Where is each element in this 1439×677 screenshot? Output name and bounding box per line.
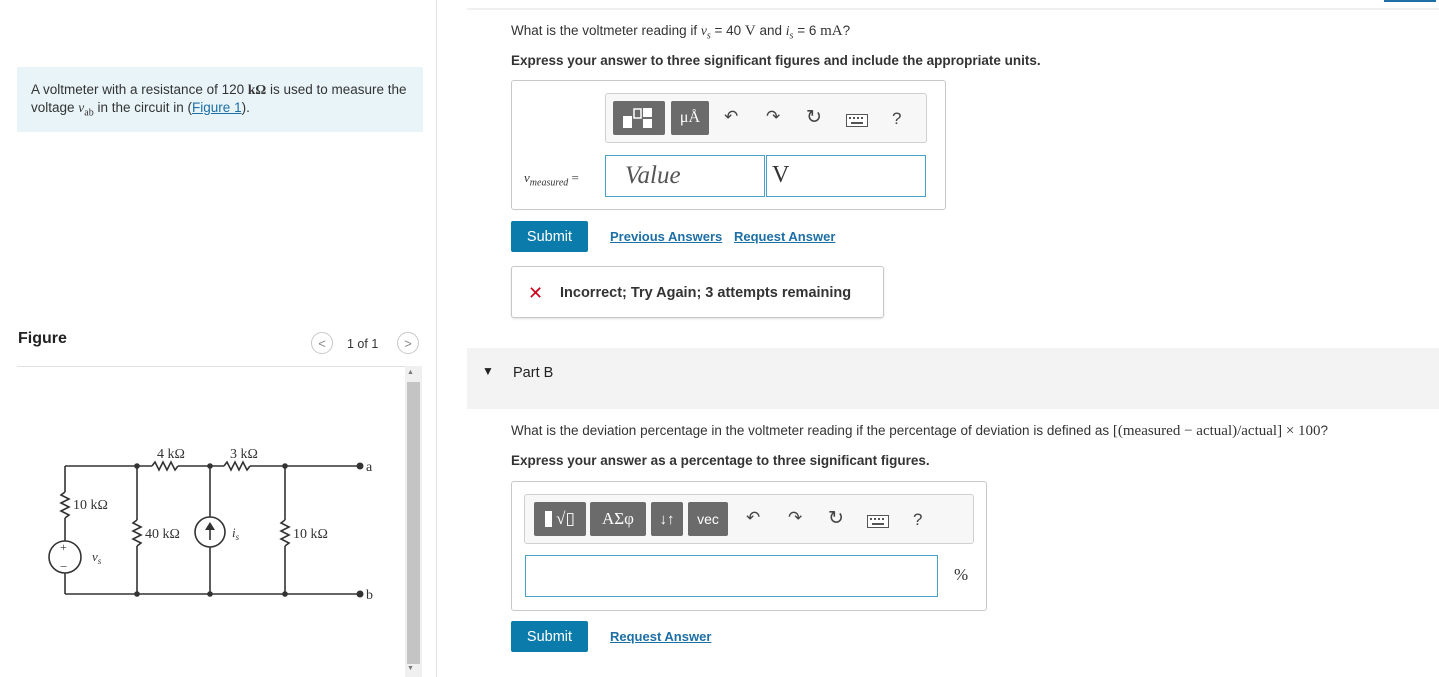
unit-input[interactable]: V: [766, 155, 926, 197]
redo-icon[interactable]: ↷: [788, 508, 802, 528]
part-b-answer-input[interactable]: [525, 555, 938, 597]
arrows-button[interactable]: ↓↑: [651, 502, 683, 536]
greek-symbols-button[interactable]: ΑΣφ: [590, 502, 646, 536]
figure-link[interactable]: Figure 1: [192, 100, 242, 115]
part-a-instruction: Express your answer to three significant…: [511, 53, 1041, 68]
undo-icon[interactable]: ↶: [724, 107, 738, 127]
feedback-text: Incorrect; Try Again; 3 attempts remaini…: [560, 285, 852, 301]
scroll-down-arrow-icon[interactable]: ▼: [407, 665, 414, 672]
figure-prev-button[interactable]: <: [311, 332, 333, 354]
sqrt-templates-button[interactable]: √▯: [534, 502, 586, 536]
part-b-request-answer-link[interactable]: Request Answer: [610, 629, 711, 644]
part-b-title: Part B: [513, 365, 554, 381]
figure-title: Figure: [18, 330, 67, 347]
resistor-right-10k-label: 10 kΩ: [293, 527, 328, 542]
units-button[interactable]: μÅ: [671, 101, 709, 135]
reset-icon[interactable]: ↻: [828, 507, 844, 530]
scroll-up-arrow-icon[interactable]: ▲: [407, 369, 414, 376]
resistor-3k-label: 3 kΩ: [230, 447, 258, 462]
current-source-label: is: [232, 525, 240, 542]
panel-divider: [436, 0, 437, 677]
previous-answers-link[interactable]: Previous Answers: [610, 229, 722, 244]
part-a-request-answer-link[interactable]: Request Answer: [734, 229, 835, 244]
part-b-submit-button[interactable]: Submit: [511, 621, 588, 652]
voltage-source-label: vs: [92, 549, 102, 566]
part-b-header[interactable]: [467, 348, 1439, 409]
problem-statement: A voltmeter with a resistance of 120 kΩ …: [17, 67, 423, 132]
figure-pager-text: 1 of 1: [347, 337, 379, 351]
part-a-submit-button[interactable]: Submit: [511, 221, 588, 252]
templates-button[interactable]: [613, 101, 665, 135]
templates-icon: [623, 108, 652, 128]
percent-unit-label: %: [954, 565, 969, 584]
keyboard-icon[interactable]: [846, 114, 868, 130]
resistor-left-10k-label: 10 kΩ: [73, 498, 108, 513]
undo-icon[interactable]: ↶: [746, 508, 760, 528]
part-b-toolbar: √▯ ΑΣφ ↓↑ vec ↶ ↷ ↻ ?: [524, 494, 974, 544]
source-plus-sign: +: [60, 540, 67, 554]
top-divider: [467, 8, 1439, 10]
value-input[interactable]: Value: [605, 155, 765, 197]
help-icon[interactable]: ?: [892, 109, 901, 129]
figure-scrollbar-thumb[interactable]: [407, 382, 420, 664]
reset-icon[interactable]: ↻: [806, 106, 822, 129]
redo-icon[interactable]: ↷: [766, 107, 780, 127]
part-a-question: What is the voltmeter reading if vs = 40…: [511, 23, 851, 42]
figure-next-button[interactable]: >: [397, 332, 419, 354]
help-icon[interactable]: ?: [913, 510, 922, 530]
keyboard-icon[interactable]: [867, 515, 889, 531]
circuit-diagram: 4 kΩ 3 kΩ 10 kΩ 40 kΩ 10 kΩ a b + − vs i…: [48, 447, 373, 603]
resistor-40k-label: 40 kΩ: [145, 527, 180, 542]
source-minus-sign: −: [60, 559, 67, 574]
resistor-4k-label: 4 kΩ: [157, 447, 185, 462]
v-measured-label: vmeasured =: [524, 170, 579, 189]
vector-button[interactable]: vec: [688, 502, 728, 536]
part-a-toolbar: μÅ ↶ ↷ ↻ ?: [605, 93, 927, 143]
part-b-instruction: Express your answer as a percentage to t…: [511, 453, 930, 468]
node-b-label: b: [366, 588, 373, 603]
figure-divider: [17, 366, 405, 367]
part-b-question: What is the deviation percentage in the …: [511, 423, 1329, 439]
collapse-caret-icon[interactable]: ▼: [482, 364, 494, 378]
top-accent-bar: [1384, 0, 1436, 2]
incorrect-x-icon: ✕: [528, 283, 544, 303]
node-a-label: a: [366, 460, 373, 475]
